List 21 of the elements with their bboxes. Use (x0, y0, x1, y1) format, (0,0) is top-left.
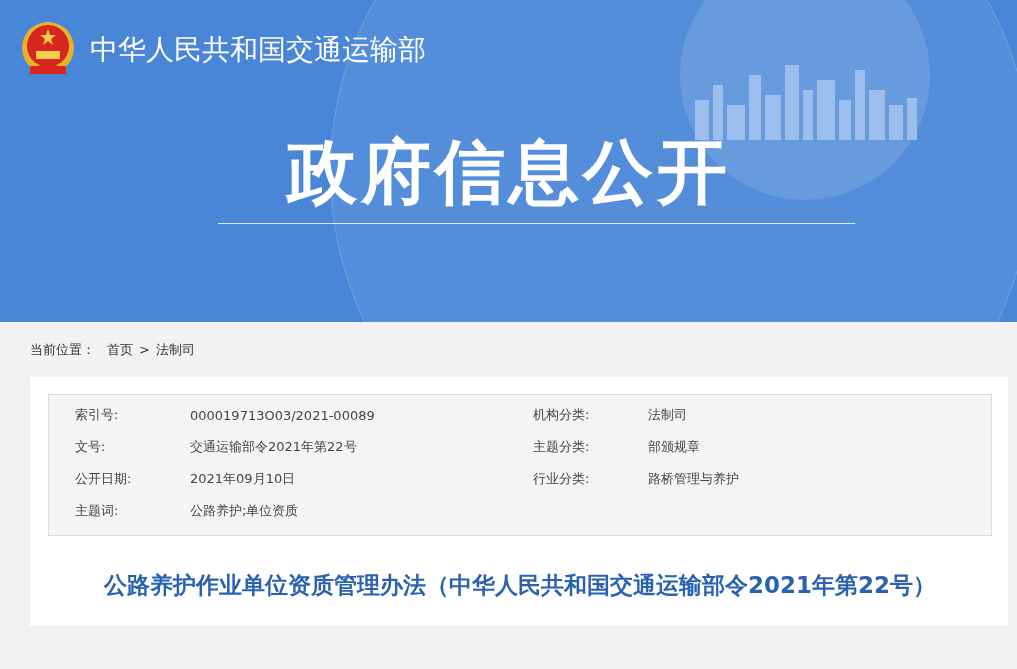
meta-label: 文号: (75, 438, 107, 456)
breadcrumb-label: 当前位置： (30, 340, 95, 359)
meta-label: 索引号: (75, 406, 120, 424)
meta-value: 000019713O03/2021-00089 (190, 407, 375, 423)
article-title: 公路养护作业单位资质管理办法（中华人民共和国交通运输部令2021年第22号） (102, 571, 937, 600)
meta-label: 主题分类: (533, 438, 591, 456)
meta-value: 路桥管理与养护 (648, 470, 739, 488)
meta-value: 交通运输部令2021年第22号 (190, 438, 357, 456)
meta-label: 行业分类: (533, 470, 591, 488)
breadcrumb-link[interactable]: 首页 (107, 340, 133, 359)
breadcrumb-link[interactable]: 法制司 (155, 340, 195, 359)
site-name: 中华人民共和国交通运输部 (90, 32, 426, 68)
meta-label: 主题词: (75, 502, 120, 520)
meta-value: 2021年09月10日 (190, 470, 296, 488)
meta-value: 公路养护;单位资质 (190, 502, 299, 520)
breadcrumb-separator: > (139, 342, 150, 357)
banner-title: 政府信息公开 (286, 134, 731, 211)
meta-value: 部颁规章 (648, 438, 700, 456)
meta-label: 公开日期: (75, 470, 133, 488)
meta-value: 法制司 (648, 406, 687, 424)
meta-label: 机构分类: (533, 406, 591, 424)
